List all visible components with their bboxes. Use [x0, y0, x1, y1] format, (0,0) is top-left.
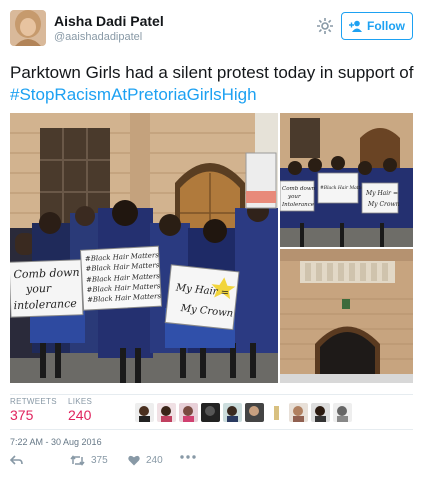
photo-grid: Comb down your intolerance #Black Hair M…: [10, 113, 413, 383]
liker-avatar[interactable]: [135, 403, 154, 422]
photo-bottom-right[interactable]: [280, 249, 413, 383]
author-name[interactable]: Aisha Dadi Patel: [54, 13, 164, 29]
hashtag-link[interactable]: #StopRacismAtPretoriaGirlsHigh: [10, 85, 257, 104]
tweet-actions: 375 240: [10, 455, 310, 475]
gear-icon[interactable]: [315, 16, 335, 36]
liker-avatar[interactable]: [223, 403, 242, 422]
sign-comb-line1: Comb down: [13, 266, 80, 281]
tweet-timestamp[interactable]: 7:22 AM - 30 Aug 2016: [10, 437, 102, 447]
retweet-action-count: 375: [91, 455, 108, 466]
liker-avatar[interactable]: [245, 403, 264, 422]
likes-count[interactable]: 240: [68, 407, 91, 423]
follow-button[interactable]: Follow: [341, 12, 413, 40]
tr-sign-bhm: #Black Hair Matters: [320, 185, 368, 191]
photo-top-right[interactable]: Comb down your Intolerance #Black Hair M…: [280, 113, 413, 247]
liker-avatar[interactable]: [289, 403, 308, 422]
like-button[interactable]: 240: [128, 455, 163, 466]
tr-sign-crown-line1: My Hair =: [365, 190, 398, 197]
tr-sign-comb-line2: your: [287, 194, 301, 200]
tweet-body: Parktown Girls had a silent protest toda…: [10, 63, 414, 82]
reply-icon: [10, 455, 23, 465]
liker-avatar[interactable]: [201, 403, 220, 422]
sign-comb-line3: intolerance: [13, 297, 77, 312]
retweets-label: RETWEETS: [10, 397, 57, 406]
tweet-text: Parktown Girls had a silent protest toda…: [10, 62, 420, 106]
liker-avatar[interactable]: [311, 403, 330, 422]
author-handle[interactable]: @aaishadadipatel: [54, 31, 142, 43]
retweets-count[interactable]: 375: [10, 407, 33, 423]
reply-button[interactable]: [10, 455, 23, 466]
liker-avatar[interactable]: [267, 403, 286, 422]
tr-sign-crown-line2: My Crown: [367, 201, 400, 208]
photo-main[interactable]: Comb down your intolerance #Black Hair M…: [10, 113, 278, 383]
tweet-stats: RETWEETS 375 LIKES 240: [10, 394, 413, 430]
tr-sign-comb-line3: Intolerance: [281, 202, 315, 208]
author-avatar[interactable]: [10, 10, 46, 46]
liker-avatar[interactable]: [333, 403, 352, 422]
more-button[interactable]: [180, 455, 196, 459]
liker-avatar[interactable]: [179, 403, 198, 422]
retweet-icon: [70, 455, 85, 466]
liker-avatars: [135, 403, 352, 422]
heart-icon: [128, 455, 140, 466]
more-icon: [180, 455, 196, 459]
like-action-count: 240: [146, 455, 163, 466]
sign-comb-line2: your: [25, 282, 52, 296]
retweet-button[interactable]: 375: [70, 455, 108, 466]
liker-avatar[interactable]: [157, 403, 176, 422]
follow-label: Follow: [367, 19, 405, 33]
likes-label: LIKES: [68, 397, 93, 406]
tr-sign-comb-line1: Comb down: [282, 186, 316, 192]
add-user-icon: [349, 20, 362, 32]
tweet-card: Aisha Dadi Patel @aaishadadipatel Follow…: [0, 0, 433, 484]
